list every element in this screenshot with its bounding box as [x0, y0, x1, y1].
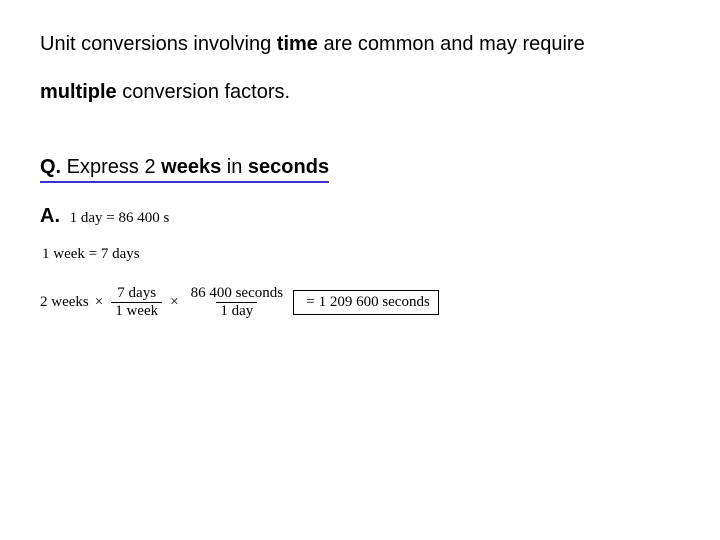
answer-block: A. 1 day = 86 400 s 1 week = 7 days 2 we…	[40, 205, 680, 320]
intro-text: Unit conversions involving time are comm…	[40, 20, 680, 116]
question-mid: in	[221, 156, 248, 178]
calc-f2-den: 1 day	[216, 302, 257, 320]
calc-times-1: ×	[95, 294, 103, 311]
intro-keyword-multiple: multiple	[40, 81, 117, 103]
fact1-lhs: 1 day	[70, 210, 103, 226]
intro-pre: Unit conversions involving	[40, 33, 277, 55]
intro-post: conversion factors.	[117, 81, 290, 103]
fact-1: 1 day = 86 400 s	[70, 210, 170, 227]
slide: Unit conversions involving time are comm…	[0, 0, 720, 540]
calc-result-box: = 1 209 600 seconds	[293, 290, 439, 315]
fact-2: 1 week = 7 days	[42, 246, 680, 263]
question-text: Express 2 weeks in seconds	[61, 156, 329, 178]
calc-result: 1 209 600 seconds	[319, 294, 430, 311]
calc-start: 2 weeks	[40, 294, 89, 311]
calc-eq: =	[306, 294, 314, 311]
fact2-eq: =	[89, 246, 97, 262]
question-keyword-weeks: weeks	[161, 156, 221, 178]
calc-fraction-2: 86 400 seconds 1 day	[187, 285, 288, 320]
calc-f2-num: 86 400 seconds	[187, 285, 288, 302]
calculation: 2 weeks × 7 days 1 week × 86 400 seconds…	[40, 285, 680, 320]
intro-keyword-time: time	[277, 33, 318, 55]
question-block: Q. Express 2 weeks in seconds	[40, 156, 680, 183]
calc-f1-num: 7 days	[113, 285, 160, 302]
question-keyword-seconds: seconds	[248, 156, 329, 178]
fact1-rhs: 86 400 s	[118, 210, 169, 226]
fact2-lhs: 1 week	[42, 246, 85, 262]
calc-fraction-1: 7 days 1 week	[111, 285, 162, 320]
question-label: Q.	[40, 156, 61, 178]
question-pre: Express 2	[61, 156, 161, 178]
intro-mid: are common and may require	[318, 33, 585, 55]
fact1-eq: =	[106, 210, 114, 226]
answer-label: A.	[40, 205, 60, 228]
fact2-rhs: 7 days	[101, 246, 140, 262]
calc-times-2: ×	[170, 294, 178, 311]
calc-f1-den: 1 week	[111, 302, 162, 320]
